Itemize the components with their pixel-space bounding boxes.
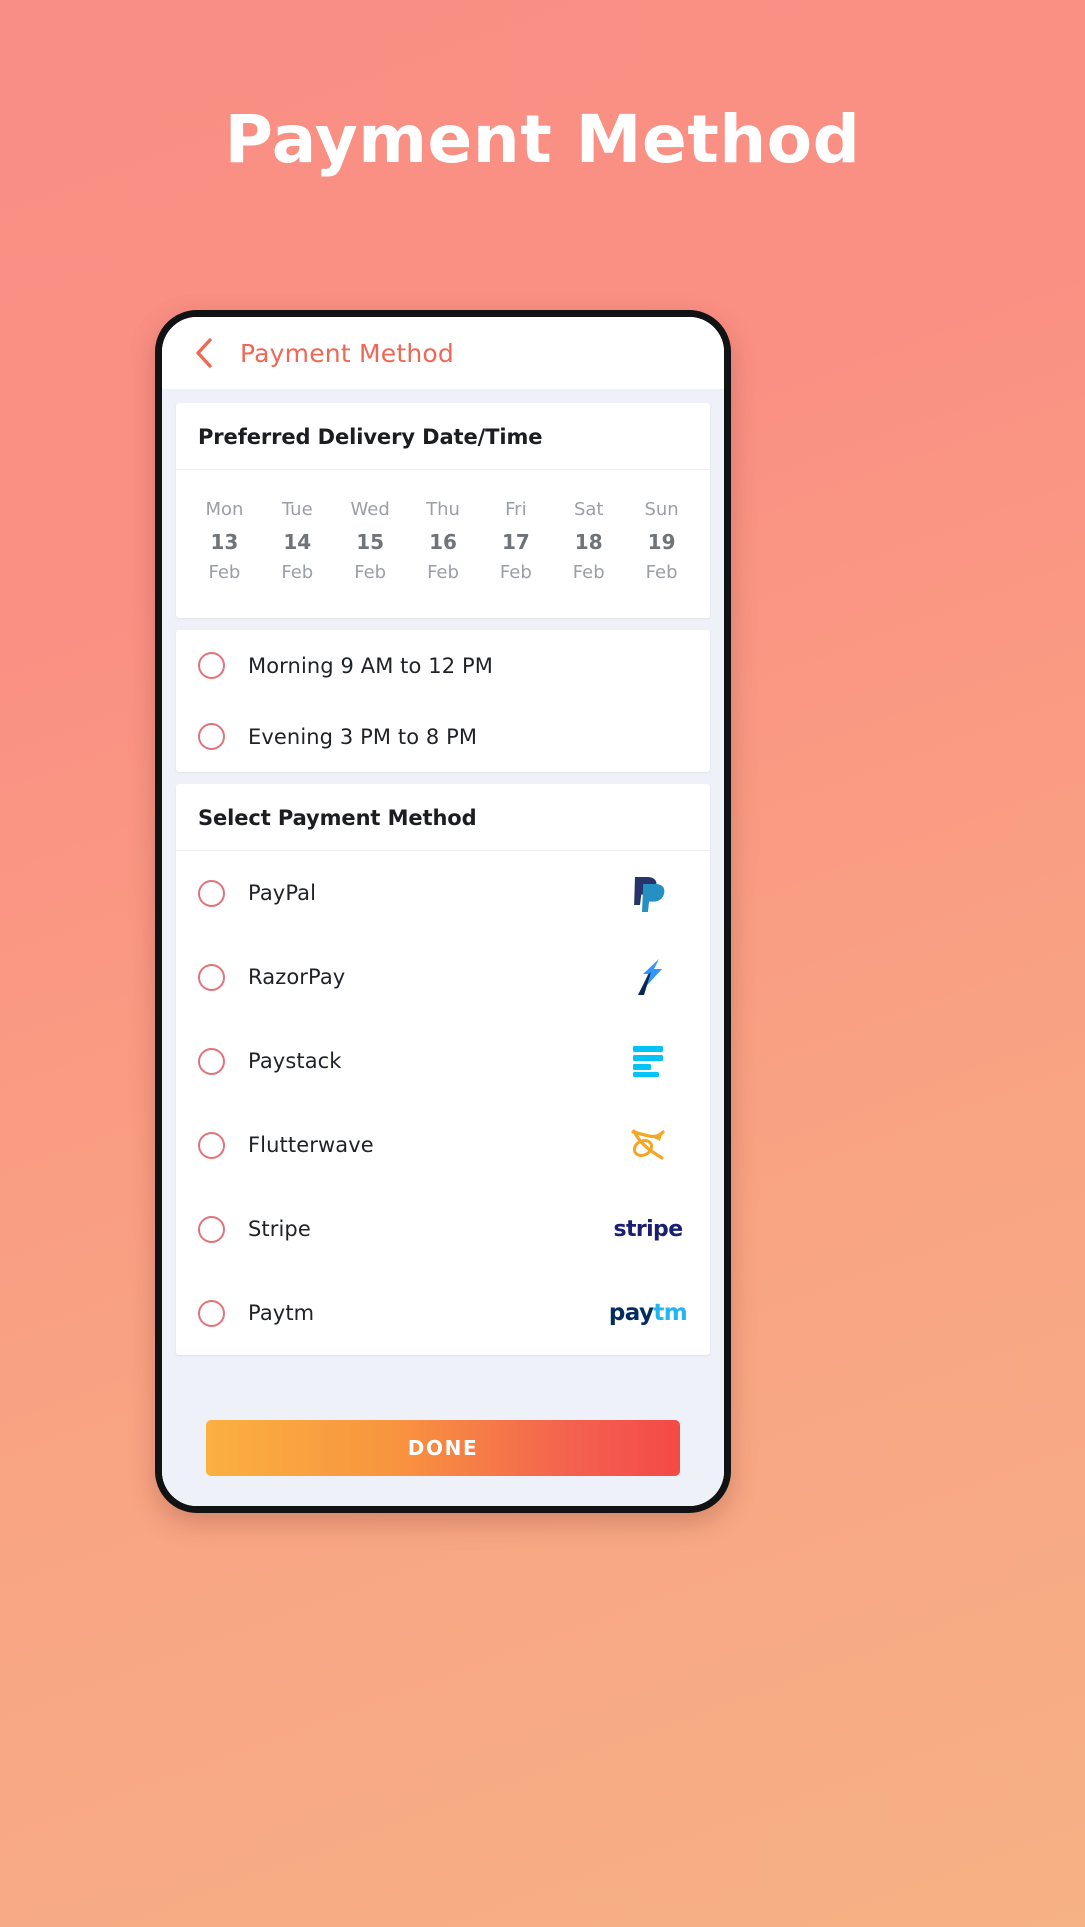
time-slot-label: Evening 3 PM to 8 PM — [248, 724, 478, 749]
phone-screen: Payment Method Preferred Delivery Date/T… — [162, 317, 724, 1506]
paytm-logo: pay tm — [608, 1293, 688, 1333]
payment-option-razorpay[interactable]: RazorPay — [176, 935, 710, 1019]
payment-card-title: Select Payment Method — [176, 784, 710, 852]
payment-option-label: Flutterwave — [248, 1133, 374, 1158]
paytm-wordmark-tm: tm — [653, 1300, 688, 1327]
payment-option-paypal[interactable]: PayPal — [176, 851, 710, 935]
time-slot-card: Morning 9 AM to 12 PM Evening 3 PM to 8 … — [176, 630, 710, 773]
app-bar: Payment Method — [162, 317, 724, 389]
radio-icon[interactable] — [198, 1047, 225, 1075]
razorpay-logo — [608, 957, 688, 997]
flutterwave-logo — [608, 1125, 688, 1165]
stripe-wordmark: stripe — [613, 1216, 683, 1242]
footer-bar: DONE — [162, 1400, 724, 1506]
radio-icon[interactable] — [198, 1215, 225, 1243]
date-month: Feb — [208, 561, 241, 583]
app-bar-title: Payment Method — [240, 338, 454, 368]
back-button[interactable] — [184, 333, 224, 373]
date-option[interactable]: Mon 13 Feb — [188, 494, 261, 588]
page-title: Payment Method — [224, 101, 861, 178]
done-button[interactable]: DONE — [206, 1420, 680, 1476]
delivery-datetime-card: Preferred Delivery Date/Time Mon 13 Feb … — [176, 403, 710, 619]
date-dow: Tue — [281, 499, 313, 520]
date-option[interactable]: Thu 16 Feb — [407, 494, 480, 588]
date-option[interactable]: Fri 17 Feb — [479, 494, 552, 588]
payment-option-paystack[interactable]: Paystack — [176, 1019, 710, 1103]
payment-option-stripe[interactable]: Stripe stripe — [176, 1187, 710, 1271]
stripe-logo: stripe — [608, 1209, 688, 1249]
date-month: Feb — [499, 561, 532, 583]
date-day: 14 — [283, 529, 312, 554]
date-month: Feb — [281, 561, 314, 583]
date-dow: Wed — [350, 499, 390, 520]
date-dow: Fri — [505, 499, 527, 520]
phone-mockup: Payment Method Preferred Delivery Date/T… — [155, 310, 731, 1513]
payment-option-paytm[interactable]: Paytm pay tm — [176, 1271, 710, 1355]
payment-option-label: Paystack — [248, 1049, 342, 1074]
payment-option-flutterwave[interactable]: Flutterwave — [176, 1103, 710, 1187]
radio-icon[interactable] — [198, 879, 225, 907]
date-month: Feb — [354, 561, 387, 583]
date-day: 15 — [356, 529, 385, 554]
radio-icon[interactable] — [198, 1131, 225, 1159]
time-slot-morning[interactable]: Morning 9 AM to 12 PM — [176, 630, 710, 701]
payment-method-card: Select Payment Method PayPal RazorPay Pa… — [176, 784, 710, 1356]
paytm-wordmark-pay: pay — [608, 1300, 654, 1327]
date-day: 18 — [574, 529, 603, 554]
paypal-logo — [608, 873, 688, 913]
date-dow: Mon — [205, 499, 244, 520]
time-slot-evening[interactable]: Evening 3 PM to 8 PM — [176, 701, 710, 772]
payment-option-label: RazorPay — [248, 965, 346, 990]
payment-option-label: PayPal — [248, 881, 317, 906]
date-option[interactable]: Tue 14 Feb — [261, 494, 334, 588]
date-dow: Sat — [573, 499, 604, 520]
date-day: 19 — [647, 529, 676, 554]
date-strip: Mon 13 Feb Tue 14 Feb Wed 15 Feb Thu 16 … — [176, 470, 710, 618]
chevron-left-icon — [193, 337, 215, 369]
date-month: Feb — [645, 561, 678, 583]
radio-icon[interactable] — [198, 1299, 225, 1327]
date-month: Feb — [427, 561, 459, 583]
delivery-card-title: Preferred Delivery Date/Time — [176, 403, 710, 470]
time-slot-label: Morning 9 AM to 12 PM — [248, 653, 493, 678]
radio-icon[interactable] — [198, 963, 225, 991]
payment-option-label: Paytm — [248, 1301, 315, 1326]
date-option[interactable]: Sat 18 Feb — [552, 494, 625, 588]
date-dow: Thu — [426, 499, 460, 520]
radio-icon[interactable] — [198, 652, 225, 680]
date-day: 13 — [210, 529, 239, 554]
screen-content: Preferred Delivery Date/Time Mon 13 Feb … — [162, 389, 724, 1400]
date-day: 16 — [429, 529, 457, 554]
date-dow: Sun — [644, 499, 679, 520]
paystack-logo — [608, 1041, 688, 1081]
payment-option-label: Stripe — [248, 1217, 311, 1242]
date-day: 17 — [501, 529, 530, 554]
date-month: Feb — [572, 561, 605, 583]
date-option[interactable]: Sun 19 Feb — [625, 494, 698, 588]
date-option[interactable]: Wed 15 Feb — [334, 494, 407, 588]
radio-icon[interactable] — [198, 723, 225, 751]
